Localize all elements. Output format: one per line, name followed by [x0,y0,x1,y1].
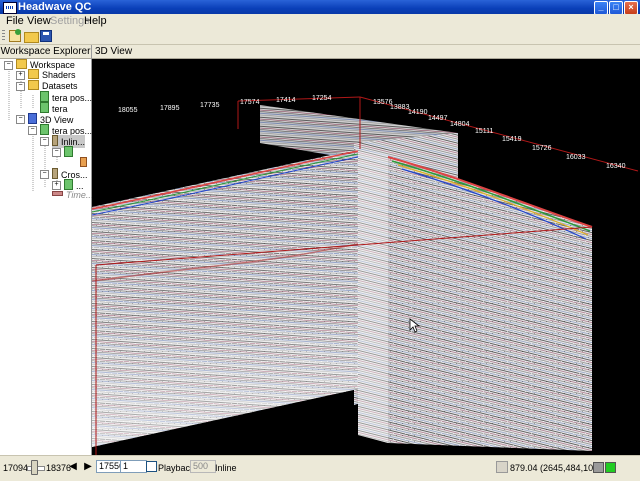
axis-label: 14497 [428,115,448,122]
tree-expander[interactable]: − [4,61,13,70]
slice-icon [52,168,58,179]
axis-label: 17895 [160,105,180,112]
open-folder-icon[interactable] [24,32,39,43]
axis-label: 14190 [408,109,428,116]
axis-label: 15419 [502,136,522,143]
tree-expander[interactable]: − [16,82,25,91]
tree-label: Shaders [42,70,76,80]
3d-scene[interactable]: 18055 17895 17735 17574 17414 17254 1357… [92,59,640,455]
menu-view[interactable]: View [27,15,51,28]
folder-icon [28,80,39,90]
tree-expander[interactable]: − [40,170,49,179]
crossline-highlight [358,149,388,443]
folder-icon [28,69,39,79]
toolbar [0,28,640,45]
axis-label: 17574 [240,99,260,106]
menu-help[interactable]: Help [84,15,107,28]
new-project-icon[interactable] [9,29,21,42]
axis-label: 15726 [532,145,552,152]
status-indicator-green [605,462,616,473]
window-title: Headwave QC [18,1,92,13]
slice-icon [52,135,58,146]
cursor-coordinates: 879.04 (2645,484,10) [510,463,597,473]
axis-label: 17414 [276,97,296,104]
app-icon [3,2,17,14]
toolbar-grip[interactable] [2,30,5,42]
explorer-title: Workspace Explorer [0,45,91,59]
axis-label: 16340 [606,163,626,170]
axis-label: 13883 [390,104,410,111]
tree-expander[interactable]: − [28,126,37,135]
range-min: 17094 [3,463,29,473]
title-bar: Headwave QC _ □ × [0,0,640,15]
dataset-icon [40,91,49,102]
tree-node-dataset-tera-pos[interactable]: tera pos... [40,91,92,103]
minimize-button[interactable]: _ [594,1,608,15]
status-bar: 17094 18376 ◀ ▶ 17556 1 Playback: 500 In… [0,455,640,481]
shader-icon [80,157,87,167]
mode-label: Inline [215,463,237,473]
playback-speed-input[interactable]: 500 [190,460,216,473]
tree-node-timeslice[interactable]: Time... [52,190,93,201]
tree-node-dataset-tera[interactable]: tera [40,102,68,114]
step-input[interactable]: 1 [120,460,147,473]
current-line-input[interactable]: 17556 [96,460,124,473]
status-indicator-gray [593,462,604,473]
view-title: 3D View [92,45,640,59]
tree-expander[interactable]: + [16,71,25,80]
menu-file[interactable]: File [6,15,24,28]
playback-checkbox[interactable] [146,461,157,472]
panel-texture [388,155,592,451]
folder-icon [16,59,27,69]
previous-line-button[interactable]: ◀ [68,460,78,474]
axis-label: 17735 [200,102,220,109]
save-disk-icon[interactable] [40,30,52,42]
next-line-button[interactable]: ▶ [83,460,93,474]
axis-label: 14804 [450,121,470,128]
3d-view-panel: 3D View 18055 17895 17735 17574 17414 17… [92,45,640,455]
tree-expander[interactable]: − [16,115,25,124]
dataset-icon [40,124,49,135]
dataset-icon [40,102,49,113]
timeslice-icon [52,191,63,196]
close-button[interactable]: × [624,1,638,15]
axis-label: 15111 [475,128,494,135]
tree-expander[interactable]: − [52,148,61,157]
axis-label: 18055 [118,107,138,114]
tree-expander[interactable]: − [40,137,49,146]
dataset-icon [64,146,73,157]
tree-expander[interactable]: + [52,181,61,190]
tree-label: Time... [66,190,94,200]
explorer-tree: − Workspace + Shaders − Datasets tera po… [0,59,93,239]
maximize-button[interactable]: □ [609,1,623,15]
menu-bar: File View Settings Help [0,14,640,28]
inline-slider-thumb[interactable] [31,460,38,475]
value-indicator [496,461,508,473]
dataset-icon [64,179,73,190]
panel-fade [92,149,358,447]
view-icon [28,113,37,124]
axis-label: 17254 [312,95,332,102]
workspace-explorer: Workspace Explorer − Workspace + Shaders… [0,45,93,455]
tree-node-inline-shader[interactable] [80,157,90,168]
tree-label: Datasets [42,81,78,91]
axis-label: 16033 [566,154,586,161]
